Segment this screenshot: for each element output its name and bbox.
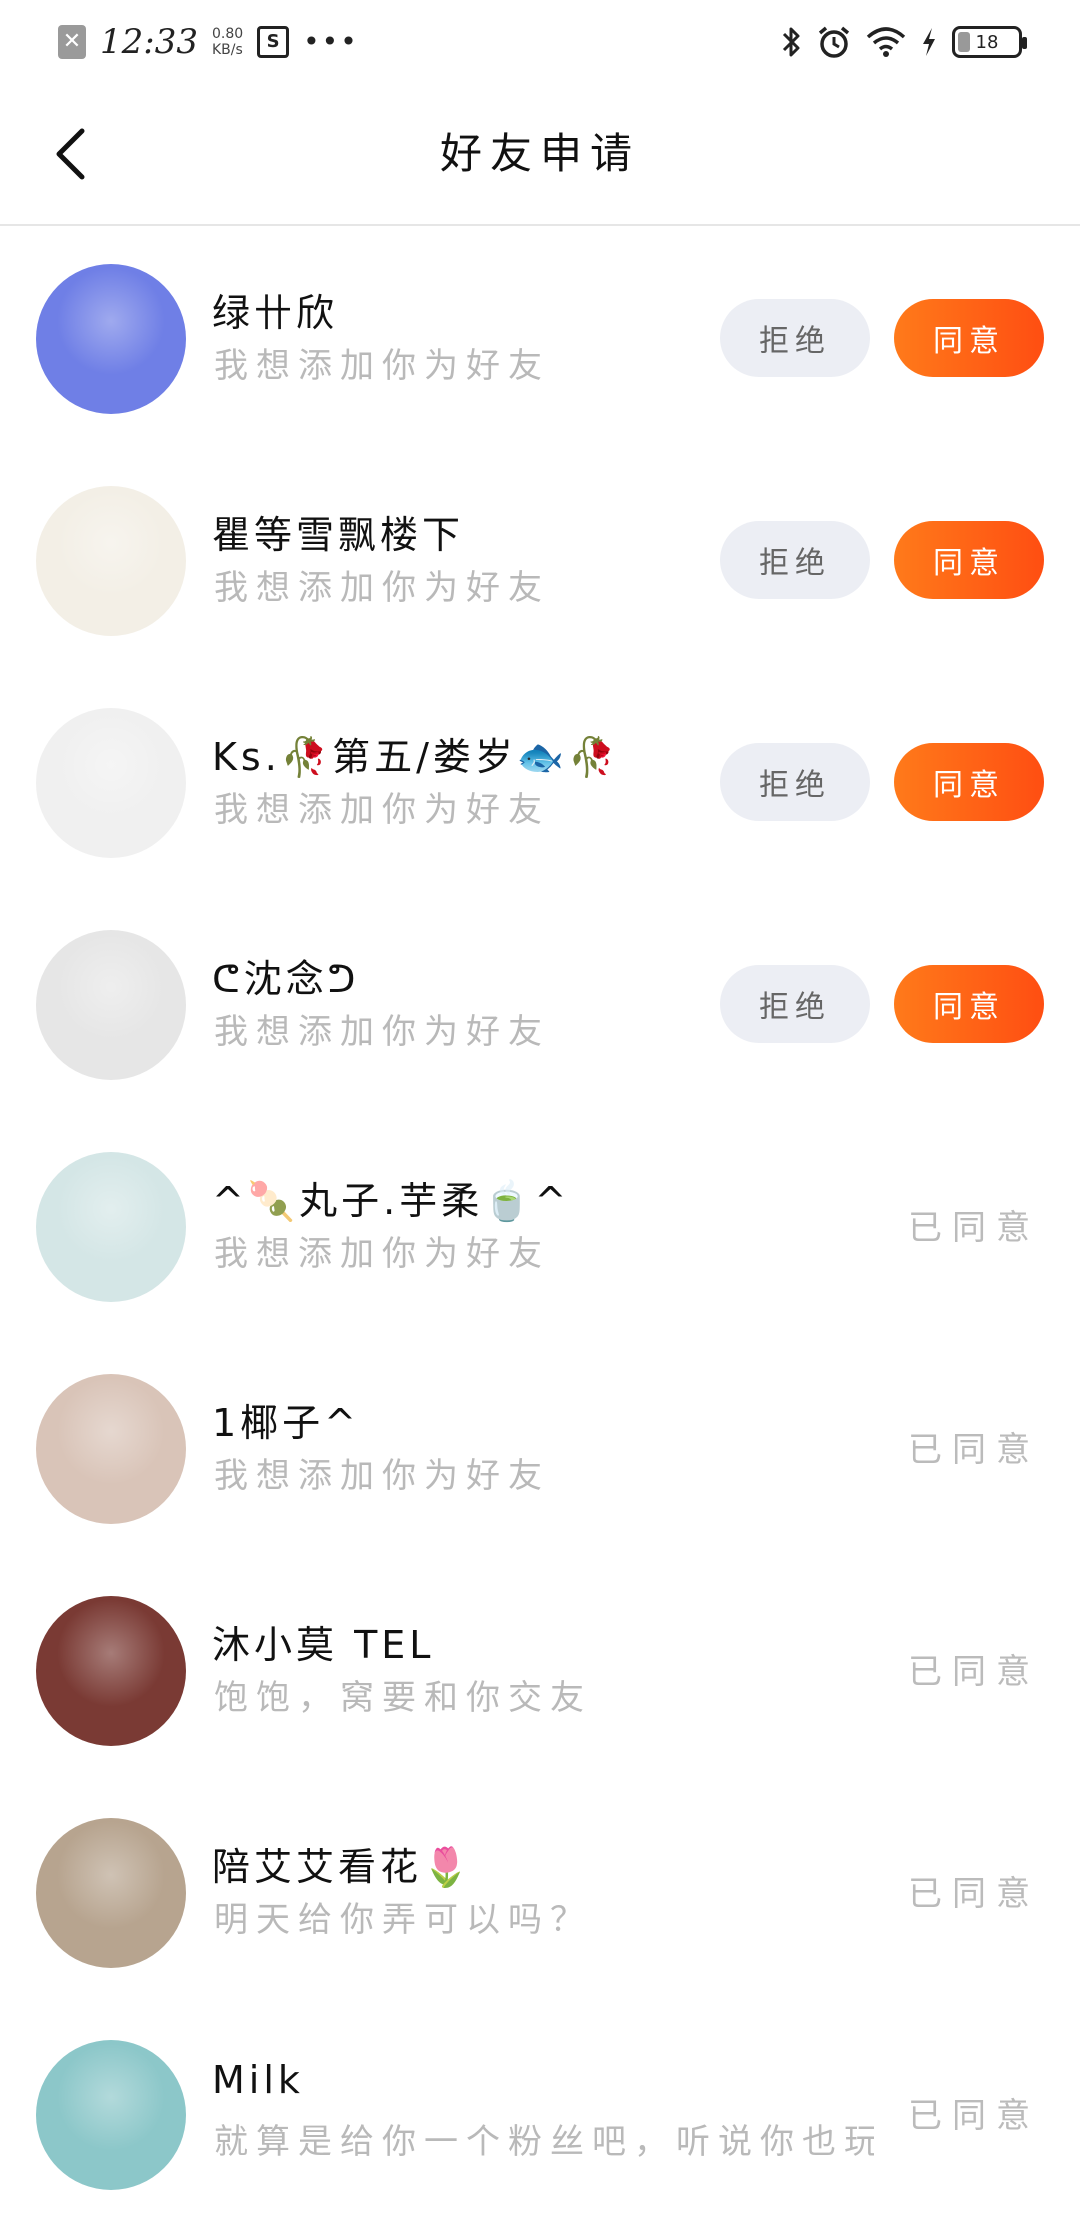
app-notification-icon: S: [257, 26, 290, 58]
request-message: 我想添加你为好友: [214, 568, 550, 608]
requester-name: Ks.🥀第五/娄岁🐟🥀: [212, 735, 620, 779]
accepted-status: 已同意: [908, 1874, 1040, 1914]
avatar[interactable]: [36, 264, 186, 414]
status-bar-left: ✕ 12:33 0.80 KB/s S •••: [58, 22, 373, 62]
friend-request-row[interactable]: Ks.🥀第五/娄岁🐟🥀 我想添加你为好友 拒绝 同意: [0, 670, 1080, 892]
network-speed: 0.80 KB/s: [212, 26, 243, 58]
friend-request-row[interactable]: Milk 就算是给你一个粉丝吧，听说你也玩逆 已同意: [0, 2002, 1080, 2224]
network-speed-value: 0.80: [211, 26, 244, 42]
friend-request-row[interactable]: 陪艾艾看花🌷 明天给你弄可以吗？ 已同意: [0, 1780, 1080, 2002]
request-message: 就算是给你一个粉丝吧，听说你也玩逆: [214, 2122, 874, 2162]
accepted-status: 已同意: [908, 1208, 1040, 1248]
battery-level-fill: [958, 32, 970, 52]
reject-button[interactable]: 拒绝: [720, 743, 870, 821]
requester-name: 沐小莫 TEL: [212, 1623, 435, 1667]
requester-name: 绿卄欣: [212, 291, 339, 335]
requester-name: 1椰子^: [212, 1401, 361, 1445]
avatar[interactable]: [36, 1818, 186, 1968]
friend-request-list: 绿卄欣 我想添加你为好友 拒绝 同意 瞿等雪飘楼下 我想添加你为好友 拒绝 同意…: [0, 226, 1080, 2224]
friend-request-row[interactable]: 1椰子^ 我想添加你为好友 已同意: [0, 1336, 1080, 1558]
notification-close-icon: ✕: [58, 25, 86, 59]
request-message: 饱饱，窝要和你交友: [214, 1678, 592, 1718]
reject-button[interactable]: 拒绝: [720, 299, 870, 377]
avatar[interactable]: [36, 930, 186, 1080]
request-message: 明天给你弄可以吗？: [214, 1900, 592, 1940]
accept-button[interactable]: 同意: [894, 299, 1044, 377]
requester-name: Milk: [212, 2058, 304, 2102]
avatar[interactable]: [36, 1152, 186, 1302]
requester-name: ^🍡丸子.芋柔🍵^: [212, 1179, 571, 1223]
requester-name: ᕦ沈念ᕤ: [212, 957, 360, 1001]
avatar[interactable]: [36, 708, 186, 858]
status-bar-right: 18: [766, 24, 1027, 60]
friend-request-row[interactable]: ^🍡丸子.芋柔🍵^ 我想添加你为好友 已同意: [0, 1114, 1080, 1336]
avatar[interactable]: [36, 1374, 186, 1524]
status-bar: ✕ 12:33 0.80 KB/s S ••• 18: [0, 0, 1080, 84]
avatar[interactable]: [36, 2040, 186, 2190]
accepted-status: 已同意: [908, 1652, 1040, 1692]
bluetooth-icon: [780, 25, 802, 59]
friend-request-row[interactable]: ᕦ沈念ᕤ 我想添加你为好友 拒绝 同意: [0, 892, 1080, 1114]
page-title: 好友申请: [439, 129, 640, 178]
wifi-icon: [866, 25, 906, 59]
request-message: 我想添加你为好友: [214, 790, 550, 830]
reject-button[interactable]: 拒绝: [720, 521, 870, 599]
nav-bar: 好友申请: [0, 84, 1080, 226]
network-speed-unit: KB/s: [211, 42, 243, 58]
battery-icon: 18: [952, 26, 1027, 58]
accepted-status: 已同意: [908, 1430, 1040, 1470]
accept-button[interactable]: 同意: [894, 521, 1044, 599]
alarm-icon: [816, 24, 852, 60]
charging-icon: [920, 26, 938, 58]
avatar[interactable]: [36, 1596, 186, 1746]
accepted-status: 已同意: [908, 2096, 1040, 2136]
request-message: 我想添加你为好友: [214, 1456, 550, 1496]
accept-button[interactable]: 同意: [894, 965, 1044, 1043]
status-time: 12:33: [100, 22, 198, 62]
avatar[interactable]: [36, 486, 186, 636]
requester-name: 瞿等雪飘楼下: [212, 513, 465, 557]
accept-button[interactable]: 同意: [894, 743, 1044, 821]
friend-request-row[interactable]: 绿卄欣 我想添加你为好友 拒绝 同意: [0, 226, 1080, 448]
requester-name: 陪艾艾看花🌷: [212, 1845, 474, 1889]
friend-request-row[interactable]: 沐小莫 TEL 饱饱，窝要和你交友 已同意: [0, 1558, 1080, 1780]
request-message: 我想添加你为好友: [214, 1012, 550, 1052]
battery-level: 18: [975, 31, 999, 53]
more-notifications-icon: •••: [303, 25, 359, 58]
request-message: 我想添加你为好友: [214, 1234, 550, 1274]
request-message: 我想添加你为好友: [214, 346, 550, 386]
friend-request-row[interactable]: 瞿等雪飘楼下 我想添加你为好友 拒绝 同意: [0, 448, 1080, 670]
reject-button[interactable]: 拒绝: [720, 965, 870, 1043]
